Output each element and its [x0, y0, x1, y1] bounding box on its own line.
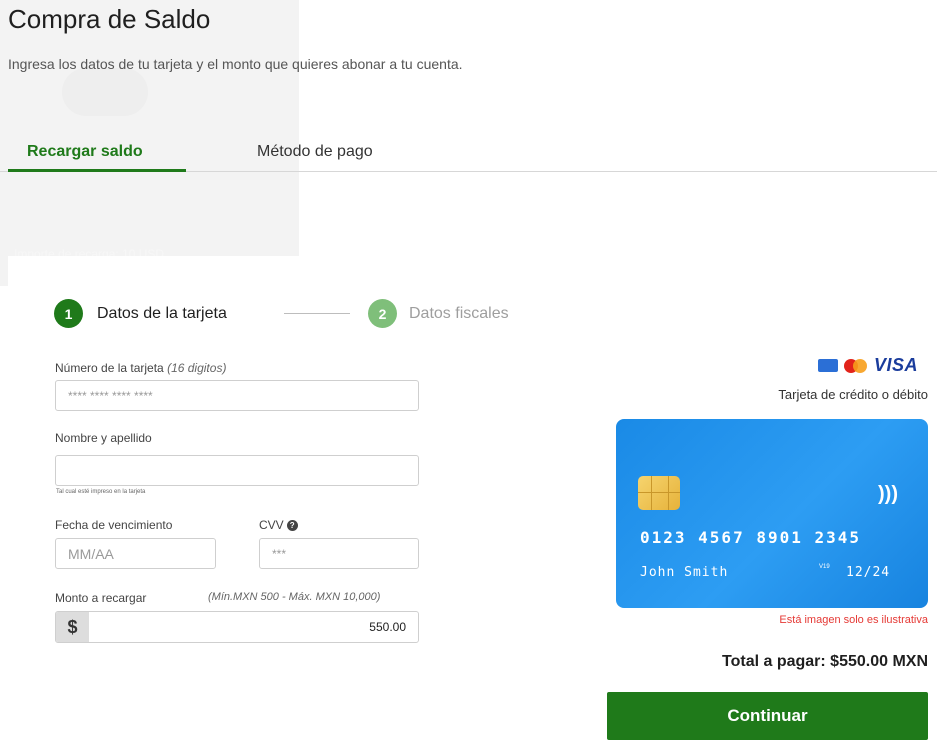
card-brands: VISA	[818, 355, 918, 376]
tab-bar: Recargar saldo Método de pago	[0, 132, 937, 172]
illustrative-note: Está imagen solo es ilustrativa	[779, 614, 928, 626]
amount-label: Monto a recargar	[55, 591, 147, 605]
amount-range: (Mín.MXN 500 - Máx. MXN 10,000)	[208, 591, 381, 603]
card-number-label-text: Número de la tarjeta	[55, 361, 164, 375]
tab-recargar-saldo[interactable]: Recargar saldo	[27, 143, 143, 161]
name-input[interactable]	[55, 455, 419, 486]
chip-icon	[638, 476, 680, 510]
continue-button[interactable]: Continuar	[607, 692, 928, 740]
question-circle-icon[interactable]: ?	[286, 520, 298, 532]
card-preview-valid-label: V19	[819, 564, 830, 570]
page-title: Compra de Saldo	[8, 4, 211, 34]
mastercard-icon	[844, 358, 868, 373]
card-number-label-note: (16 digitos)	[167, 361, 227, 375]
step-fiscal-data[interactable]: 2 Datos fiscales	[368, 299, 509, 328]
step-1-label: Datos de la tarjeta	[97, 304, 227, 322]
contactless-icon: )))	[878, 483, 898, 505]
total-amount: Total a pagar: $550.00 MXN	[722, 653, 928, 670]
amex-icon	[818, 359, 838, 372]
amount-value[interactable]: 550.00	[369, 620, 406, 634]
credit-card-preview: ))) 0123 4567 8901 2345 John Smith V19 1…	[616, 419, 928, 608]
name-hint: Tal cual esté impreso en la tarjeta	[56, 489, 146, 495]
visa-logo: VISA	[874, 355, 919, 375]
card-number-input[interactable]: **** **** **** ****	[55, 380, 419, 411]
amount-input[interactable]: $ 550.00	[55, 611, 419, 643]
active-tab-indicator	[8, 169, 186, 172]
name-label: Nombre y apellido	[55, 431, 152, 445]
card-preview-holder: John Smith	[640, 565, 729, 580]
expiry-input[interactable]: MM/AA	[55, 538, 216, 569]
step-2-badge: 2	[368, 299, 397, 328]
cvv-label: CVV?	[259, 518, 298, 532]
expiry-label: Fecha de vencimiento	[55, 518, 173, 532]
cvv-label-text: CVV	[259, 518, 284, 532]
page-subtitle: Ingresa los datos de tu tarjeta y el mon…	[8, 56, 463, 72]
cvv-input[interactable]: ***	[259, 538, 419, 569]
step-connector	[284, 313, 350, 314]
dollar-icon: $	[56, 612, 89, 642]
card-preview-expiry: 12/24	[846, 565, 891, 580]
step-card-data: 1 Datos de la tarjeta	[54, 299, 227, 328]
card-number-label: Número de la tarjeta (16 digitos)	[55, 361, 226, 375]
step-2-label: Datos fiscales	[409, 304, 509, 322]
card-type-text: Tarjeta de crédito o débito	[778, 387, 928, 402]
step-1-badge: 1	[54, 299, 83, 328]
background-avatar	[62, 68, 148, 116]
card-preview-number: 0123 4567 8901 2345	[640, 528, 862, 547]
tab-metodo-de-pago[interactable]: Método de pago	[257, 143, 373, 161]
